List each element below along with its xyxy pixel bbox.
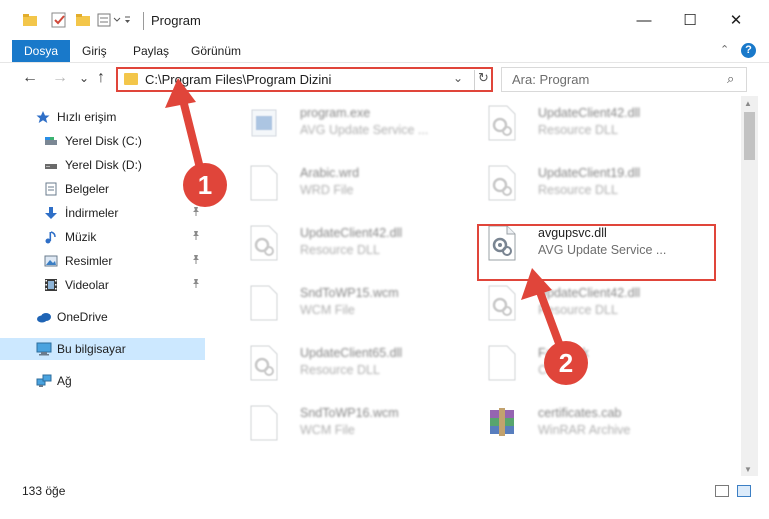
- arrow-2: [521, 268, 564, 350]
- step-1-badge: 1: [185, 165, 225, 205]
- annotation-arrows: [165, 78, 564, 350]
- step-2-badge: 2: [546, 343, 586, 383]
- arrow-1: [165, 78, 204, 172]
